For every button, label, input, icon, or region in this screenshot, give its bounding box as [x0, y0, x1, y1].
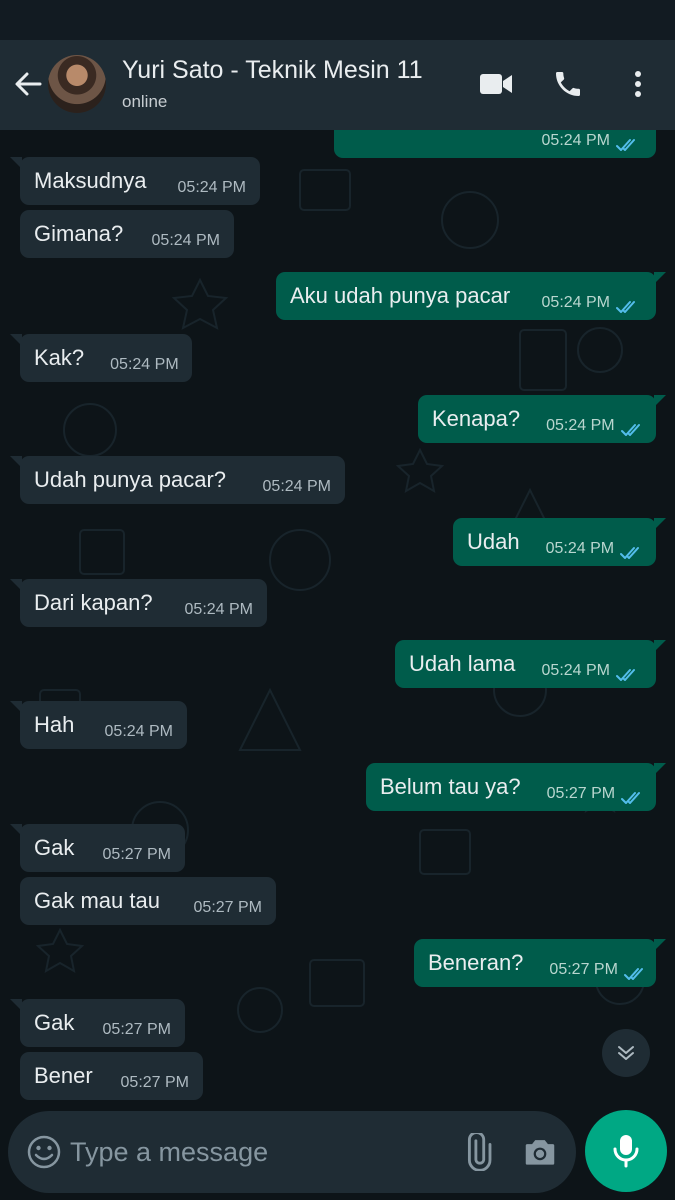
message-text: Maksudnya: [34, 168, 147, 193]
more-vertical-icon[interactable]: [618, 64, 658, 104]
message-text: Kenapa?: [432, 406, 521, 431]
message-time: 05:24 PM: [546, 417, 615, 434]
message-time: 05:24 PM: [177, 179, 246, 196]
message-time: 05:27 PM: [102, 846, 171, 863]
message-time: 05:24 PM: [545, 540, 615, 557]
double-check-icon: [616, 295, 642, 313]
chevron-double-down-icon[interactable]: [602, 1029, 650, 1077]
phone-icon[interactable]: [548, 64, 588, 104]
paperclip-icon[interactable]: [458, 1131, 496, 1172]
message-text: Dari kapan?: [34, 590, 153, 615]
message-time: 05:24 PM: [541, 132, 610, 149]
incoming-message[interactable]: Dari kapan? 05:24 PM: [10, 579, 267, 627]
incoming-message[interactable]: Gimana? 05:24 PM: [20, 210, 234, 258]
message-text: Belum tau ya?: [380, 774, 521, 799]
message-text: Beneran?: [428, 950, 524, 975]
message-text: Gimana?: [34, 221, 124, 246]
message-text: Aku udah punya pacar: [290, 283, 511, 308]
message-time: 05:24 PM: [110, 356, 179, 373]
double-check-icon: [620, 541, 646, 559]
message-time: 05:27 PM: [102, 1021, 171, 1038]
message-time: 05:24 PM: [151, 232, 220, 249]
incoming-message[interactable]: Gak 05:27 PM: [10, 999, 185, 1047]
status-bar: [0, 0, 675, 40]
message-text: Udah lama: [409, 651, 516, 676]
incoming-message[interactable]: Gak 05:27 PM: [10, 824, 185, 872]
message-text: Bener: [34, 1063, 93, 1088]
outgoing-message[interactable]: Beneran? 05:27 PM: [414, 939, 666, 987]
outgoing-message[interactable]: Kenapa? 05:24 PM: [418, 395, 666, 443]
message-time: 05:24 PM: [541, 662, 610, 679]
emoji-icon[interactable]: [26, 1134, 62, 1170]
video-camera-icon[interactable]: [476, 64, 516, 104]
message-text: Gak mau tau: [34, 888, 160, 913]
message-input[interactable]: [70, 1131, 450, 1173]
incoming-message[interactable]: Gak mau tau 05:27 PM: [20, 877, 276, 925]
double-check-icon: [623, 962, 650, 980]
message-text: Udah: [467, 529, 520, 554]
message-time: 05:24 PM: [262, 478, 331, 495]
message-time: 05:27 PM: [546, 785, 616, 802]
arrow-left-icon[interactable]: [12, 68, 44, 100]
message-time: 05:27 PM: [193, 899, 262, 916]
incoming-message[interactable]: Maksudnya 05:24 PM: [10, 157, 260, 205]
message-time: 05:27 PM: [120, 1074, 189, 1091]
double-check-icon: [616, 133, 642, 151]
outgoing-message[interactable]: Belum tau ya? 05:27 PM: [366, 763, 666, 811]
double-check-icon: [616, 663, 642, 681]
message-time: 05:27 PM: [549, 961, 618, 978]
incoming-message[interactable]: Kak? 05:24 PM: [10, 334, 192, 382]
outgoing-message[interactable]: Udah lama 05:24 PM: [395, 640, 666, 688]
message-text: Gak: [34, 1010, 75, 1035]
chat-header: Yuri Sato - Teknik Mesin 11 online: [0, 40, 675, 130]
message-time: 05:24 PM: [184, 601, 253, 618]
message-composer: [8, 1111, 576, 1193]
camera-icon[interactable]: [521, 1133, 559, 1171]
double-check-icon: [621, 786, 647, 804]
double-check-icon: [620, 418, 647, 436]
incoming-message[interactable]: Hah 05:24 PM: [10, 701, 187, 749]
contact-status: online: [122, 92, 168, 111]
incoming-message[interactable]: Bener 05:27 PM: [20, 1052, 203, 1100]
microphone-icon[interactable]: [585, 1110, 667, 1192]
outgoing-message[interactable]: Aku udah punya pacar 05:24 PM: [276, 272, 666, 320]
message-text: Kak?: [34, 345, 85, 370]
outgoing-message[interactable]: Udah 05:24 PM: [453, 518, 666, 566]
message-time: 05:24 PM: [541, 294, 610, 311]
message-text: Udah punya pacar?: [34, 467, 227, 492]
chat-area[interactable]: 05:24 PM Maksudnya 05:24 PM Gimana? 05:24 PM…: [0, 130, 675, 1100]
incoming-message[interactable]: Udah punya pacar? 05:24 PM: [10, 456, 345, 504]
contact-name[interactable]: Yuri Sato - Teknik Mesin 11: [122, 56, 423, 85]
outgoing-message[interactable]: 05:24 PM: [334, 130, 656, 158]
avatar[interactable]: [48, 55, 106, 113]
message-text: Gak: [34, 835, 75, 860]
message-text: Hah: [34, 712, 75, 737]
message-time: 05:24 PM: [104, 723, 173, 740]
